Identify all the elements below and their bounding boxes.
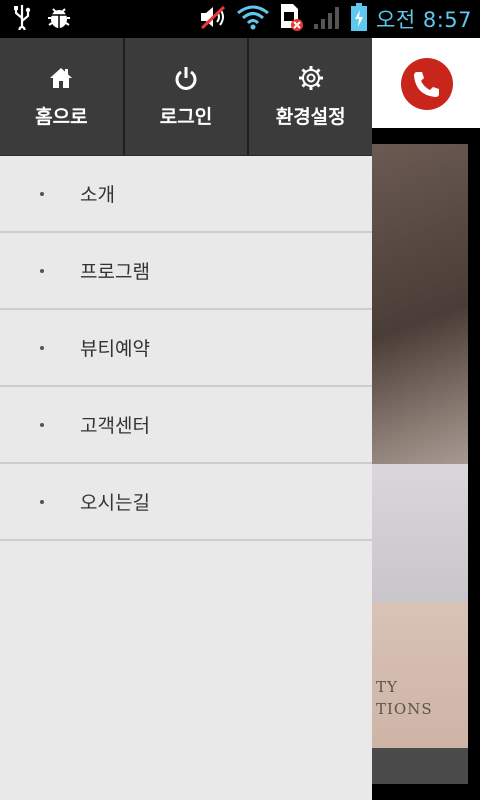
home-button[interactable]: 홈으로 xyxy=(0,38,125,155)
phone-call-icon[interactable] xyxy=(401,58,453,110)
sim-error-icon xyxy=(278,2,304,36)
home-icon xyxy=(47,64,75,92)
home-button-label: 홈으로 xyxy=(35,106,88,128)
debug-bug-icon xyxy=(46,4,72,34)
banner-text: TIONS xyxy=(376,700,433,718)
background-photo xyxy=(372,144,468,464)
bullet-dot xyxy=(40,346,44,350)
drawer-menu: 소개 프로그램 뷰티예약 고객센터 오시는길 xyxy=(0,156,372,541)
menu-item-label: 소개 xyxy=(80,184,115,206)
background-footer xyxy=(372,748,468,784)
background-header xyxy=(372,38,480,128)
drawer-top-bar: 홈으로 로그인 환경설정 xyxy=(0,38,372,156)
menu-item-beauty-reservation[interactable]: 뷰티예약 xyxy=(0,310,372,387)
battery-charging-icon xyxy=(350,2,368,36)
menu-item-label: 뷰티예약 xyxy=(80,338,150,360)
settings-button-label: 환경설정 xyxy=(275,106,346,128)
settings-button[interactable]: 환경설정 xyxy=(249,38,372,155)
login-button-label: 로그인 xyxy=(159,106,213,128)
menu-item-intro[interactable]: 소개 xyxy=(0,156,372,233)
menu-item-label: 고객센터 xyxy=(80,415,150,437)
gear-icon xyxy=(297,64,325,92)
status-time: 오전 8:57 xyxy=(376,8,472,32)
navigation-drawer: 홈으로 로그인 환경설정 소개 프로그램 뷰티예약 고객센터 오시는길 xyxy=(0,38,372,800)
menu-item-label: 프로그램 xyxy=(80,261,150,283)
status-bar: 오전 8:57 xyxy=(0,0,480,38)
menu-item-directions[interactable]: 오시는길 xyxy=(0,464,372,541)
wifi-icon xyxy=(236,4,270,34)
background-page: TY TIONS xyxy=(372,38,480,800)
background-banner: TY TIONS xyxy=(372,602,468,748)
volume-muted-icon xyxy=(198,4,228,34)
bullet-dot xyxy=(40,192,44,196)
bullet-dot xyxy=(40,500,44,504)
login-button[interactable]: 로그인 xyxy=(125,38,250,155)
bullet-dot xyxy=(40,269,44,273)
menu-item-program[interactable]: 프로그램 xyxy=(0,233,372,310)
background-photo xyxy=(372,464,468,602)
menu-item-label: 오시는길 xyxy=(80,492,150,514)
bullet-dot xyxy=(40,423,44,427)
menu-item-customer-center[interactable]: 고객센터 xyxy=(0,387,372,464)
power-icon xyxy=(172,64,200,92)
banner-text: TY xyxy=(376,678,398,696)
usb-icon xyxy=(12,4,32,34)
signal-icon xyxy=(312,4,342,34)
